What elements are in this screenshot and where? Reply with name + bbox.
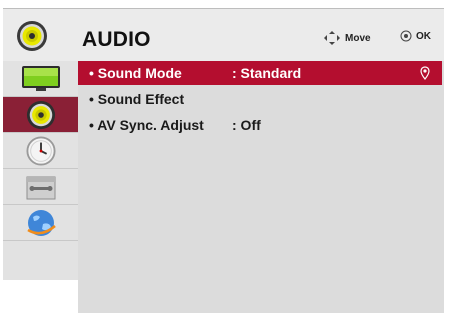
menu-row-sound-effect[interactable]: • Sound Effect <box>78 87 442 111</box>
move-arrows-icon <box>324 31 340 45</box>
sidebar-item-option[interactable] <box>3 169 78 205</box>
menu-row-av-sync[interactable]: • AV Sync. Adjust : Off <box>78 113 442 137</box>
picture-icon <box>21 65 60 91</box>
menu-row-label: • Sound Mode <box>89 65 182 81</box>
ok-label: OK <box>416 30 431 42</box>
audio-menu-screen: AUDIO Move OK • Sound Mode: Standard • … <box>0 0 449 313</box>
toolbox-icon <box>26 176 55 199</box>
sidebar-footer-space <box>3 280 78 313</box>
menu-row-label: • AV Sync. Adjust <box>89 117 204 133</box>
ok-button-icon <box>400 30 412 42</box>
location-pin-icon <box>420 66 430 80</box>
speaker-icon <box>17 21 47 51</box>
menu-row-label: • Sound Effect <box>89 91 185 107</box>
sidebar-item-picture[interactable] <box>3 61 78 97</box>
settings-panel: • Sound Mode : Standard • Sound Effect •… <box>78 61 444 313</box>
sidebar-item-network[interactable] <box>3 205 78 241</box>
menu-row-value: : Standard <box>232 65 302 81</box>
globe-icon <box>26 209 56 236</box>
move-label: Move <box>345 32 371 44</box>
menu-row-sound-mode[interactable]: • Sound Mode : Standard <box>78 61 442 85</box>
sidebar-item-audio[interactable] <box>3 97 78 133</box>
ok-hint: OK <box>400 30 431 42</box>
category-sidebar <box>3 61 78 280</box>
menu-row-value: : Off <box>232 117 261 133</box>
move-hint: Move <box>323 30 371 46</box>
clock-icon <box>25 135 56 166</box>
menu-header: AUDIO Move OK <box>3 8 444 62</box>
sidebar-item-time[interactable] <box>3 133 78 169</box>
speaker-icon <box>26 100 55 129</box>
page-title: AUDIO <box>82 28 151 51</box>
